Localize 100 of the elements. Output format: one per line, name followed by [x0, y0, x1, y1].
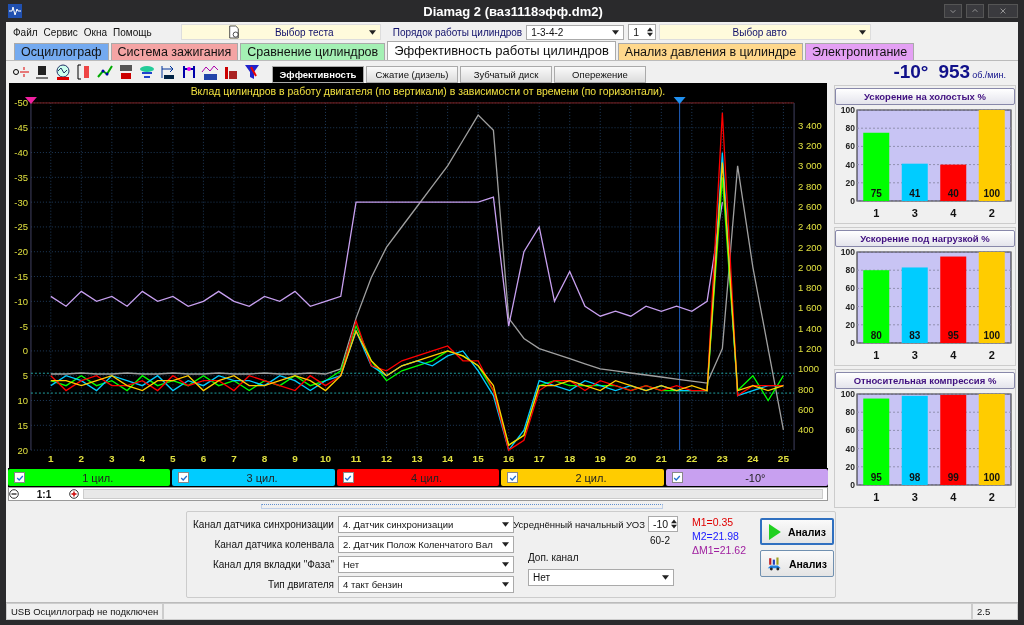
menu-item[interactable]: Окна	[80, 26, 111, 38]
axis-tick-label: 3 200	[798, 140, 822, 152]
axis-tick-label: -30	[14, 196, 28, 208]
bar-value-label: 40	[947, 188, 959, 199]
legend-item[interactable]: 1 цил.	[8, 469, 171, 486]
block-icon[interactable]	[33, 63, 51, 81]
extra-channel-select[interactable]: Нет	[527, 569, 674, 586]
axis-tick-label: 60	[845, 141, 855, 152]
axis-tick-label: 2 000	[798, 261, 822, 273]
tab[interactable]: Сравнение цилиндров	[240, 43, 386, 60]
bar-value-label: 95	[947, 330, 959, 341]
wave-icon[interactable]	[201, 63, 219, 81]
field-label: Тип двигателя	[268, 579, 334, 590]
field-label: Канал датчика коленвала	[214, 539, 334, 550]
legend-item[interactable]: 3 цил.	[172, 469, 335, 486]
caret-icon	[501, 522, 509, 527]
tab[interactable]: Осциллограф	[14, 43, 109, 60]
axis-tick-label: 2 200	[798, 241, 822, 253]
markers-icon[interactable]	[180, 63, 198, 81]
bar-value-label: 41	[909, 188, 921, 199]
caret-icon	[501, 582, 509, 587]
arrow-right-icon[interactable]	[159, 63, 177, 81]
caret-icon	[368, 29, 376, 35]
axis-tick-label: 100	[840, 105, 855, 115]
axis-tick-label: 40	[845, 159, 855, 170]
axis-tick-label: 5	[22, 370, 28, 382]
axis-tick-label: 2 400	[798, 221, 822, 233]
tab[interactable]: Анализ давления в цилиндре	[617, 43, 804, 60]
angle-reading: -10°	[893, 61, 929, 83]
chevron-down-icon	[949, 7, 957, 15]
filter-icon[interactable]	[243, 63, 261, 81]
axis-tick-label: 2	[78, 453, 85, 465]
chart-title: Вклад цилиндров в работу двигателя (по вертикали) в зависимости от времени (по горизонтали).	[190, 85, 666, 97]
channel-select[interactable]: Нет	[337, 556, 514, 573]
channel-select[interactable]: 2. Датчик Полож Коленчатого Вал	[337, 536, 514, 553]
menu-item[interactable]: Файл	[10, 26, 41, 38]
tab[interactable]: Электропитание	[805, 43, 915, 60]
axis-tick-label: 80	[845, 407, 855, 418]
axis-tick-label: 3 400	[798, 119, 822, 131]
uoz-spinner[interactable]: -10	[647, 516, 678, 532]
axis-tick-label: 3	[109, 453, 115, 465]
car-select[interactable]: Выбор авто	[659, 24, 872, 40]
axis-tick-label: 800	[798, 383, 814, 395]
legend-item[interactable]: 4 цил.	[336, 469, 500, 486]
analyze-button[interactable]: Анализ	[760, 550, 834, 577]
panel-splitter[interactable]	[261, 503, 663, 509]
subtab[interactable]: Зубчатый диск	[460, 66, 552, 83]
axis-tick-label: -10	[14, 295, 28, 307]
field-label: Усреднённый начальный УОЗ	[513, 518, 645, 530]
checkbox[interactable]	[178, 472, 190, 484]
bar-value-label: 100	[983, 330, 1001, 341]
axis-tick-label: 16	[503, 453, 515, 465]
cylinder-icon[interactable]	[138, 63, 156, 81]
legend-item[interactable]: -10°	[665, 469, 829, 486]
axis-tick-label: 80	[845, 123, 855, 134]
axis-tick-label: 60	[845, 425, 855, 436]
axis-tick-label: 9	[292, 453, 298, 465]
measurement-text: M2=21.98	[691, 530, 740, 542]
axis-tick-label: 1 600	[798, 302, 822, 314]
axis-tick-label: 12	[381, 453, 393, 465]
axis-tick-label: 15	[17, 419, 28, 431]
channel-select[interactable]: 4 такт бензин	[337, 576, 514, 593]
menu-item[interactable]: Сервис	[40, 26, 81, 38]
analyze-button[interactable]: Анализ	[760, 518, 834, 545]
channel-select[interactable]: 4. Датчик синхронизации	[337, 516, 514, 533]
subtab[interactable]: Эффективность	[272, 66, 364, 83]
scope-icon[interactable]	[54, 63, 72, 81]
close-icon	[999, 7, 1007, 15]
checkbox[interactable]	[671, 472, 683, 484]
menu-item[interactable]: Помощь	[110, 26, 155, 38]
axis-tick-label: -45	[14, 122, 28, 134]
document-gear-icon	[227, 25, 240, 39]
field-label: Канал датчика синхронизации	[193, 519, 334, 530]
axis-tick-label: 1 800	[798, 282, 822, 294]
checkbox[interactable]	[14, 472, 25, 484]
axis-tick-label: -5	[19, 320, 28, 332]
checkbox[interactable]	[507, 472, 519, 484]
legend-item[interactable]: 2 цил.	[501, 469, 664, 486]
version-text: 2.5	[972, 603, 1018, 620]
checkbox[interactable]	[342, 472, 354, 484]
axis-tick-label: 4	[950, 491, 957, 503]
rpm-reading: 953	[938, 61, 971, 83]
axis-tick-label: 2	[988, 349, 995, 361]
axis-tick-label: 2	[988, 207, 995, 219]
cursor-line[interactable]	[679, 102, 681, 451]
spinner-arrows-icon	[671, 519, 678, 529]
tab[interactable]: Эффективность работы цилиндров	[387, 41, 616, 60]
bar-value-label: 75	[870, 188, 882, 199]
firing-order-select[interactable]: 1-3-4-2	[526, 24, 625, 40]
axis-tick-label: 1	[873, 491, 880, 503]
axis-tick-label: 1	[873, 349, 880, 361]
subtab[interactable]: Опережение	[554, 66, 646, 83]
tab[interactable]: Система зажигания	[110, 43, 239, 60]
stacked-blocks-icon[interactable]	[117, 63, 135, 81]
cursor-marker-icon[interactable]	[673, 96, 686, 104]
axis-tick-label: 15	[472, 453, 484, 465]
caret-icon	[501, 562, 509, 567]
cylinder-spinner[interactable]: 1	[628, 24, 657, 40]
subtab[interactable]: Сжатие (дизель)	[366, 66, 458, 83]
test-select[interactable]: Выбор теста	[180, 24, 381, 40]
